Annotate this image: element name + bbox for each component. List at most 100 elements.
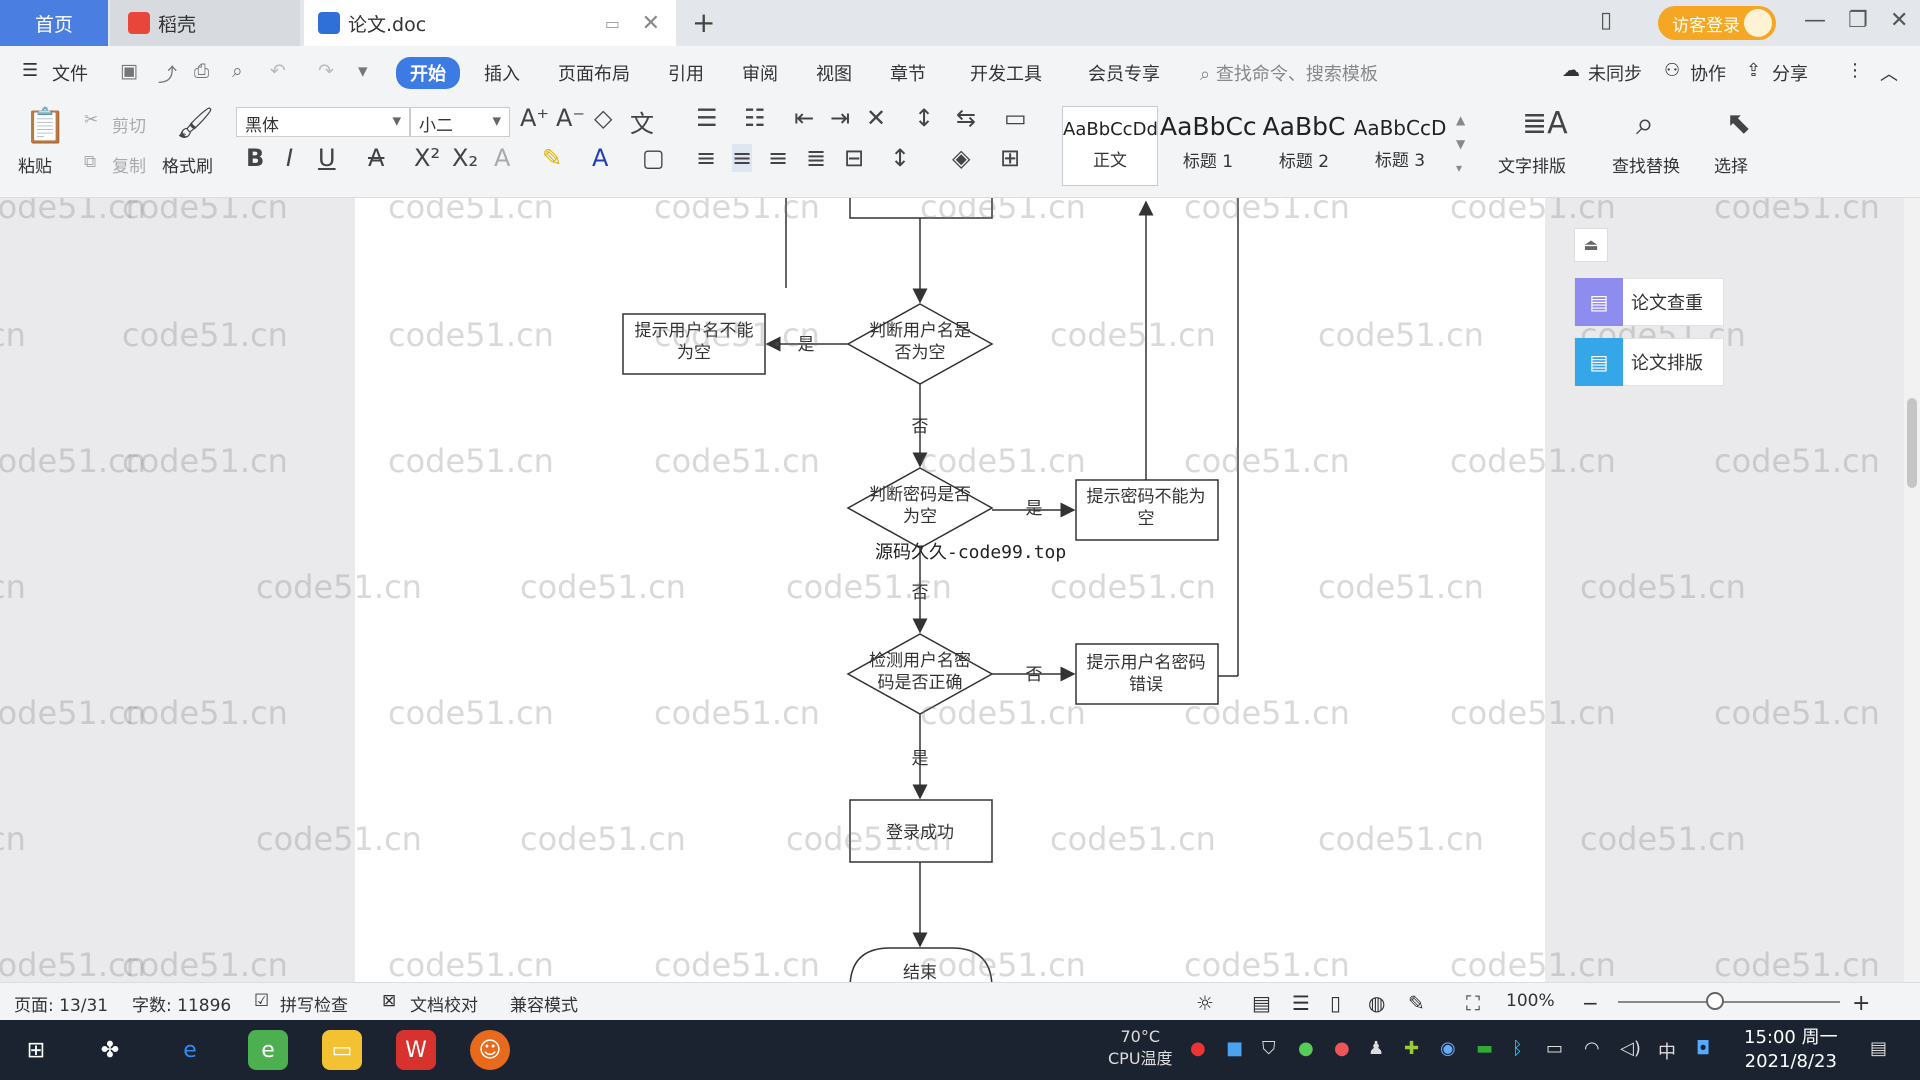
wps-icon[interactable]: W: [396, 1030, 436, 1070]
text-layout-icon[interactable]: ≣A: [1522, 106, 1568, 141]
menu-chapter[interactable]: 章节: [890, 60, 926, 86]
web-view-icon[interactable]: ◍: [1368, 991, 1385, 1015]
clear-format-icon[interactable]: ◇: [594, 104, 612, 132]
cut-button[interactable]: 剪切: [112, 112, 146, 137]
style-heading-1[interactable]: AaBbCc 标题 1: [1160, 106, 1256, 186]
menu-dev-tools[interactable]: 开发工具: [970, 60, 1042, 86]
underline-icon[interactable]: U: [318, 144, 336, 172]
chevron-down-icon[interactable]: ▾: [358, 60, 368, 82]
cursor-icon[interactable]: ⬉: [1726, 106, 1751, 141]
find-replace-icon[interactable]: ⌕: [1636, 104, 1654, 143]
system-clock[interactable]: 15:00 周一 2021/8/23: [1744, 1026, 1838, 1074]
tray-app-icon[interactable]: ▬: [1476, 1038, 1493, 1059]
print-icon[interactable]: ⎙: [194, 60, 209, 82]
tab-daoke[interactable]: 稻壳: [110, 0, 300, 46]
new-tab-icon[interactable]: +: [692, 6, 715, 39]
line-spacing-icon[interactable]: ↕: [890, 144, 910, 172]
guest-login-button[interactable]: 访客登录: [1658, 6, 1776, 40]
tray-app-icon[interactable]: ✚: [1404, 1038, 1419, 1059]
unsynced-button[interactable]: 未同步: [1588, 60, 1642, 86]
fit-page-icon[interactable]: ⛶: [1466, 991, 1480, 1015]
scroll-thumb[interactable]: [1907, 398, 1917, 488]
format-painter-button[interactable]: 格式刷: [162, 152, 213, 177]
tray-app-icon[interactable]: ●: [1298, 1038, 1314, 1059]
menu-page-layout[interactable]: 页面布局: [558, 60, 630, 86]
border-icon[interactable]: ⊞: [1000, 144, 1020, 172]
style-scroll-icon[interactable]: ▲ ▼ ▾: [1456, 108, 1465, 180]
superscript-icon[interactable]: X²: [414, 144, 440, 172]
collapse-ribbon-icon[interactable]: ︿: [1880, 60, 1898, 86]
tray-app-icon[interactable]: ●: [1334, 1038, 1350, 1059]
menu-file[interactable]: 文件: [52, 60, 88, 86]
close-window-icon[interactable]: ✕: [1890, 8, 1908, 33]
menu-insert[interactable]: 插入: [484, 60, 520, 86]
copy-button[interactable]: 复制: [112, 152, 146, 177]
menu-start[interactable]: 开始: [396, 57, 460, 89]
format-painter-icon[interactable]: 🖌: [176, 106, 214, 141]
windows-start-icon[interactable]: ⊞: [16, 1030, 56, 1070]
paragraph-mark-icon[interactable]: ⇆: [956, 104, 976, 132]
paper-check-button[interactable]: ▤ 论文查重: [1574, 278, 1724, 326]
indent-icon[interactable]: ⇥: [830, 104, 850, 132]
tray-app-icon[interactable]: ■: [1226, 1038, 1243, 1059]
text-layout-button[interactable]: 文字排版: [1498, 152, 1566, 177]
menu-reference[interactable]: 引用: [668, 60, 704, 86]
close-tab-icon[interactable]: ✕: [642, 11, 660, 36]
ime-indicator[interactable]: 中: [1658, 1038, 1676, 1064]
align-left-icon[interactable]: ≡: [696, 144, 716, 172]
strikethrough-icon[interactable]: A: [368, 144, 384, 172]
outline-view-icon[interactable]: ☰: [1292, 991, 1310, 1015]
bullet-list-icon[interactable]: ☰: [696, 104, 718, 132]
font-size-select[interactable]: 小二 ▾: [410, 107, 510, 137]
subscript-icon[interactable]: X₂: [452, 144, 478, 172]
ruler-icon[interactable]: ▭: [1004, 104, 1027, 132]
zoom-in-icon[interactable]: +: [1852, 991, 1870, 1016]
export-icon[interactable]: ⤴: [158, 60, 177, 87]
bluetooth-icon[interactable]: ᛒ: [1512, 1038, 1523, 1059]
notification-icon[interactable]: ▤: [1870, 1038, 1887, 1059]
distribute-icon[interactable]: ⊟: [844, 144, 864, 172]
wifi-icon[interactable]: ◠: [1584, 1038, 1600, 1059]
undo-icon[interactable]: ↶: [270, 60, 286, 82]
menu-review[interactable]: 审阅: [742, 60, 778, 86]
restore-icon[interactable]: ❐: [1848, 8, 1868, 33]
align-right-icon[interactable]: ≡: [768, 144, 788, 172]
style-heading-2[interactable]: AaBbC 标题 2: [1256, 106, 1352, 186]
minimize-icon[interactable]: —: [1804, 8, 1826, 33]
highlight-icon[interactable]: ✎: [542, 144, 562, 172]
char-border-icon[interactable]: ▢: [642, 144, 665, 172]
paste-button[interactable]: 粘贴: [18, 152, 52, 177]
justify-icon[interactable]: ≣: [806, 144, 826, 172]
page-indicator[interactable]: 页面: 13/31: [14, 991, 108, 1016]
menu-member[interactable]: 会员专享: [1088, 60, 1160, 86]
tray-app-icon[interactable]: ◘: [1696, 1038, 1710, 1059]
read-view-icon[interactable]: ▯: [1330, 991, 1341, 1015]
monitor-icon[interactable]: ▭: [605, 14, 620, 33]
word-count[interactable]: 字数: 11896: [132, 991, 231, 1016]
page-view-icon[interactable]: ▤: [1252, 991, 1271, 1015]
decrease-font-icon[interactable]: A⁻: [556, 104, 585, 132]
align-center-icon[interactable]: ≡: [732, 144, 753, 172]
zoom-out-icon[interactable]: −: [1582, 991, 1599, 1015]
select-button[interactable]: 选择: [1714, 152, 1748, 177]
tab-home[interactable]: 首页: [0, 0, 108, 46]
vertical-scrollbar[interactable]: [1904, 198, 1920, 982]
text-effect-icon[interactable]: A: [494, 144, 510, 172]
italic-icon[interactable]: I: [286, 144, 293, 172]
command-search[interactable]: ⌕ 查找命令、搜索模板: [1200, 60, 1378, 86]
font-color-icon[interactable]: A: [592, 144, 608, 172]
eye-protect-icon[interactable]: ☼: [1196, 991, 1214, 1015]
print-preview-icon[interactable]: ⌕: [232, 60, 243, 82]
find-replace-button[interactable]: 查找替换: [1612, 152, 1680, 177]
sort-icon[interactable]: ↕: [914, 104, 934, 132]
window-layout-icon[interactable]: ▯: [1600, 8, 1612, 33]
shield-icon[interactable]: ⛉: [1262, 1038, 1276, 1059]
panel-collapse-button[interactable]: ⏏: [1574, 228, 1608, 262]
font-name-select[interactable]: 黑体 ▾: [236, 107, 410, 137]
style-heading-3[interactable]: AaBbCcD 标题 3: [1352, 106, 1448, 186]
ie-browser-icon[interactable]: e: [170, 1030, 210, 1070]
zoom-slider[interactable]: [1618, 1001, 1840, 1003]
share-button[interactable]: 分享: [1772, 60, 1808, 86]
paste-icon[interactable]: 📋: [24, 106, 66, 146]
numbered-list-icon[interactable]: ☷: [744, 104, 766, 132]
